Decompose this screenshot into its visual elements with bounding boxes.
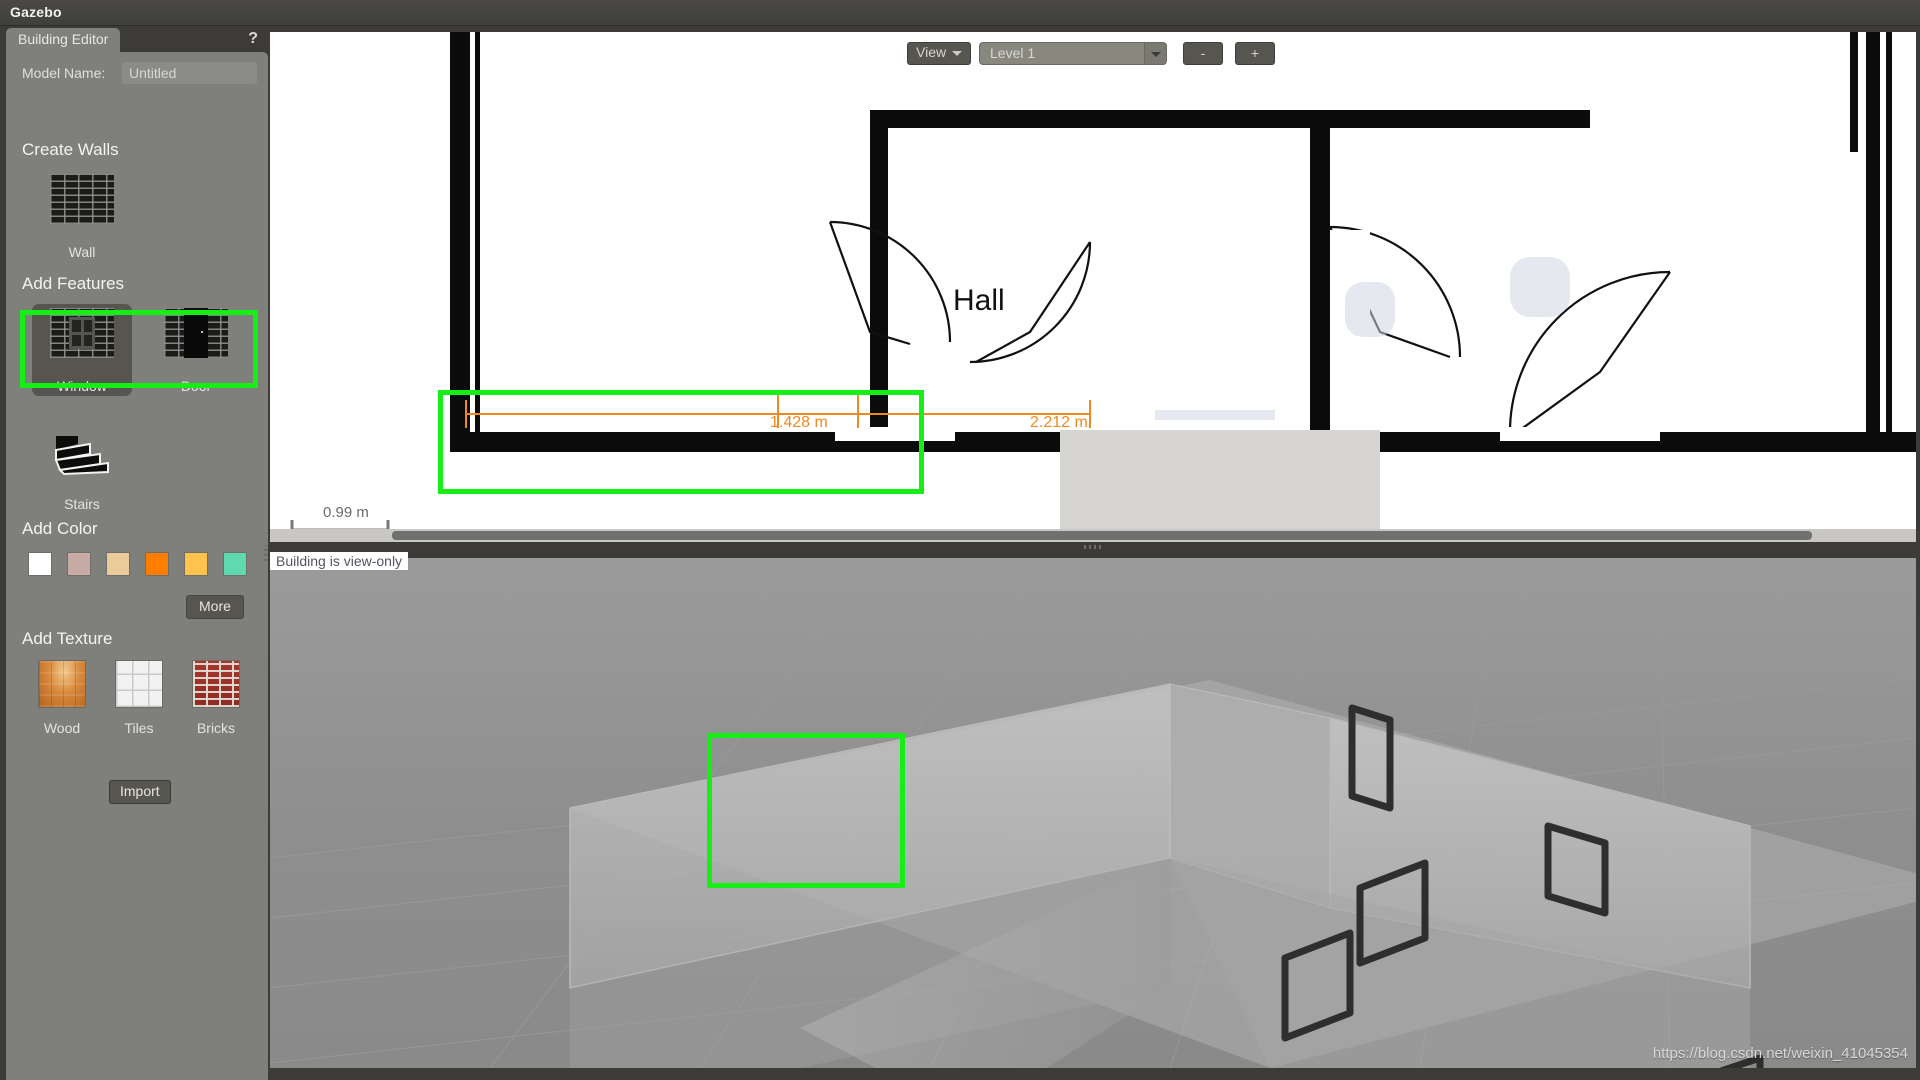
color-swatch-teal[interactable]: [223, 552, 247, 576]
zoom-in-button[interactable]: +: [1235, 42, 1275, 65]
door-icon: [164, 308, 228, 358]
status-message: Building is view-only: [270, 552, 409, 570]
panel-body: Model Name: Create Walls Wall Add Featur…: [6, 52, 268, 1080]
tool-stairs[interactable]: Stairs: [32, 422, 132, 514]
status-bar: Building is view-only: [270, 552, 1916, 570]
tool-window-label: Window: [57, 378, 107, 394]
texture-bricks[interactable]: Bricks: [168, 660, 264, 736]
tool-wall-label: Wall: [68, 244, 96, 260]
more-colors-button[interactable]: More: [186, 595, 244, 619]
window-titlebar: Gazebo: [0, 0, 1920, 26]
tool-stairs-label: Stairs: [64, 496, 100, 512]
color-swatch-dusty-rose[interactable]: [67, 552, 91, 576]
3d-scene: [270, 617, 1916, 1068]
tool-door-label: Door: [180, 378, 212, 394]
watermark-text: https://blog.csdn.net/weixin_41045354: [1652, 1045, 1908, 1062]
panel-tab-row: Building Editor ?: [6, 28, 268, 52]
panel-splitter-grip[interactable]: [264, 545, 268, 561]
zoom-out-button[interactable]: -: [1183, 42, 1223, 65]
import-texture-button[interactable]: Import: [109, 780, 171, 804]
chevron-down-icon: [952, 50, 963, 56]
color-swatch-row: [28, 552, 268, 578]
view-splitter[interactable]: [270, 542, 1916, 552]
bricks-texture-icon: [192, 660, 240, 708]
brick-wall-icon: [50, 174, 114, 224]
help-icon[interactable]: ?: [248, 30, 258, 48]
color-swatch-amber[interactable]: [184, 552, 208, 576]
section-add-color: Add Color: [22, 519, 98, 538]
floorplan-drawing: [270, 32, 1916, 542]
dimension-label-right: 2.212 m: [1030, 414, 1088, 431]
model-name-input[interactable]: [122, 62, 257, 84]
dimension-label-left: 1.428 m: [770, 414, 828, 431]
color-swatch-white[interactable]: [28, 552, 52, 576]
level-select-arrow-icon[interactable]: [1144, 43, 1166, 64]
level-select-value: Level 1: [990, 45, 1036, 61]
section-add-features: Add Features: [22, 274, 125, 293]
color-swatch-orange[interactable]: [145, 552, 169, 576]
floorplan-2d-view[interactable]: Hall Diner 1.428 m 2.212 m 0.99 m View L…: [270, 32, 1916, 542]
gazebo-3d-view[interactable]: https://blog.csdn.net/weixin_41045354: [270, 558, 1916, 1068]
wood-texture-icon: [38, 660, 86, 708]
window-icon: [50, 308, 114, 358]
window-title: Gazebo: [10, 4, 62, 20]
model-name-row: Model Name:: [22, 62, 262, 84]
tool-window[interactable]: Window: [32, 304, 132, 396]
splitter-grip: [1084, 545, 1102, 549]
tool-wall[interactable]: Wall: [32, 170, 132, 262]
texture-bricks-label: Bricks: [196, 720, 236, 736]
tiles-texture-icon: [115, 660, 163, 708]
floorplan-hscrollbar[interactable]: [270, 529, 1916, 542]
floorplan-toolbar: View Level 1 - +: [270, 32, 1916, 66]
stairs-icon: [50, 426, 114, 476]
room-label-hall: Hall: [953, 284, 1005, 317]
scale-bar-label: 0.99 m: [323, 504, 369, 521]
tab-building-editor[interactable]: Building Editor: [6, 28, 121, 52]
color-swatch-sand[interactable]: [106, 552, 130, 576]
floorplan-hscrollbar-thumb[interactable]: [392, 531, 1812, 540]
view-menu-label: View: [916, 44, 947, 60]
section-create-walls: Create Walls: [22, 140, 119, 159]
model-name-label: Model Name:: [22, 65, 106, 81]
section-add-texture: Add Texture: [22, 629, 113, 648]
level-select[interactable]: Level 1: [979, 42, 1167, 65]
view-menu-button[interactable]: View: [907, 42, 972, 65]
tool-door[interactable]: Door: [146, 304, 246, 396]
building-editor-panel: Building Editor ? Model Name: Create Wal…: [0, 26, 268, 1080]
